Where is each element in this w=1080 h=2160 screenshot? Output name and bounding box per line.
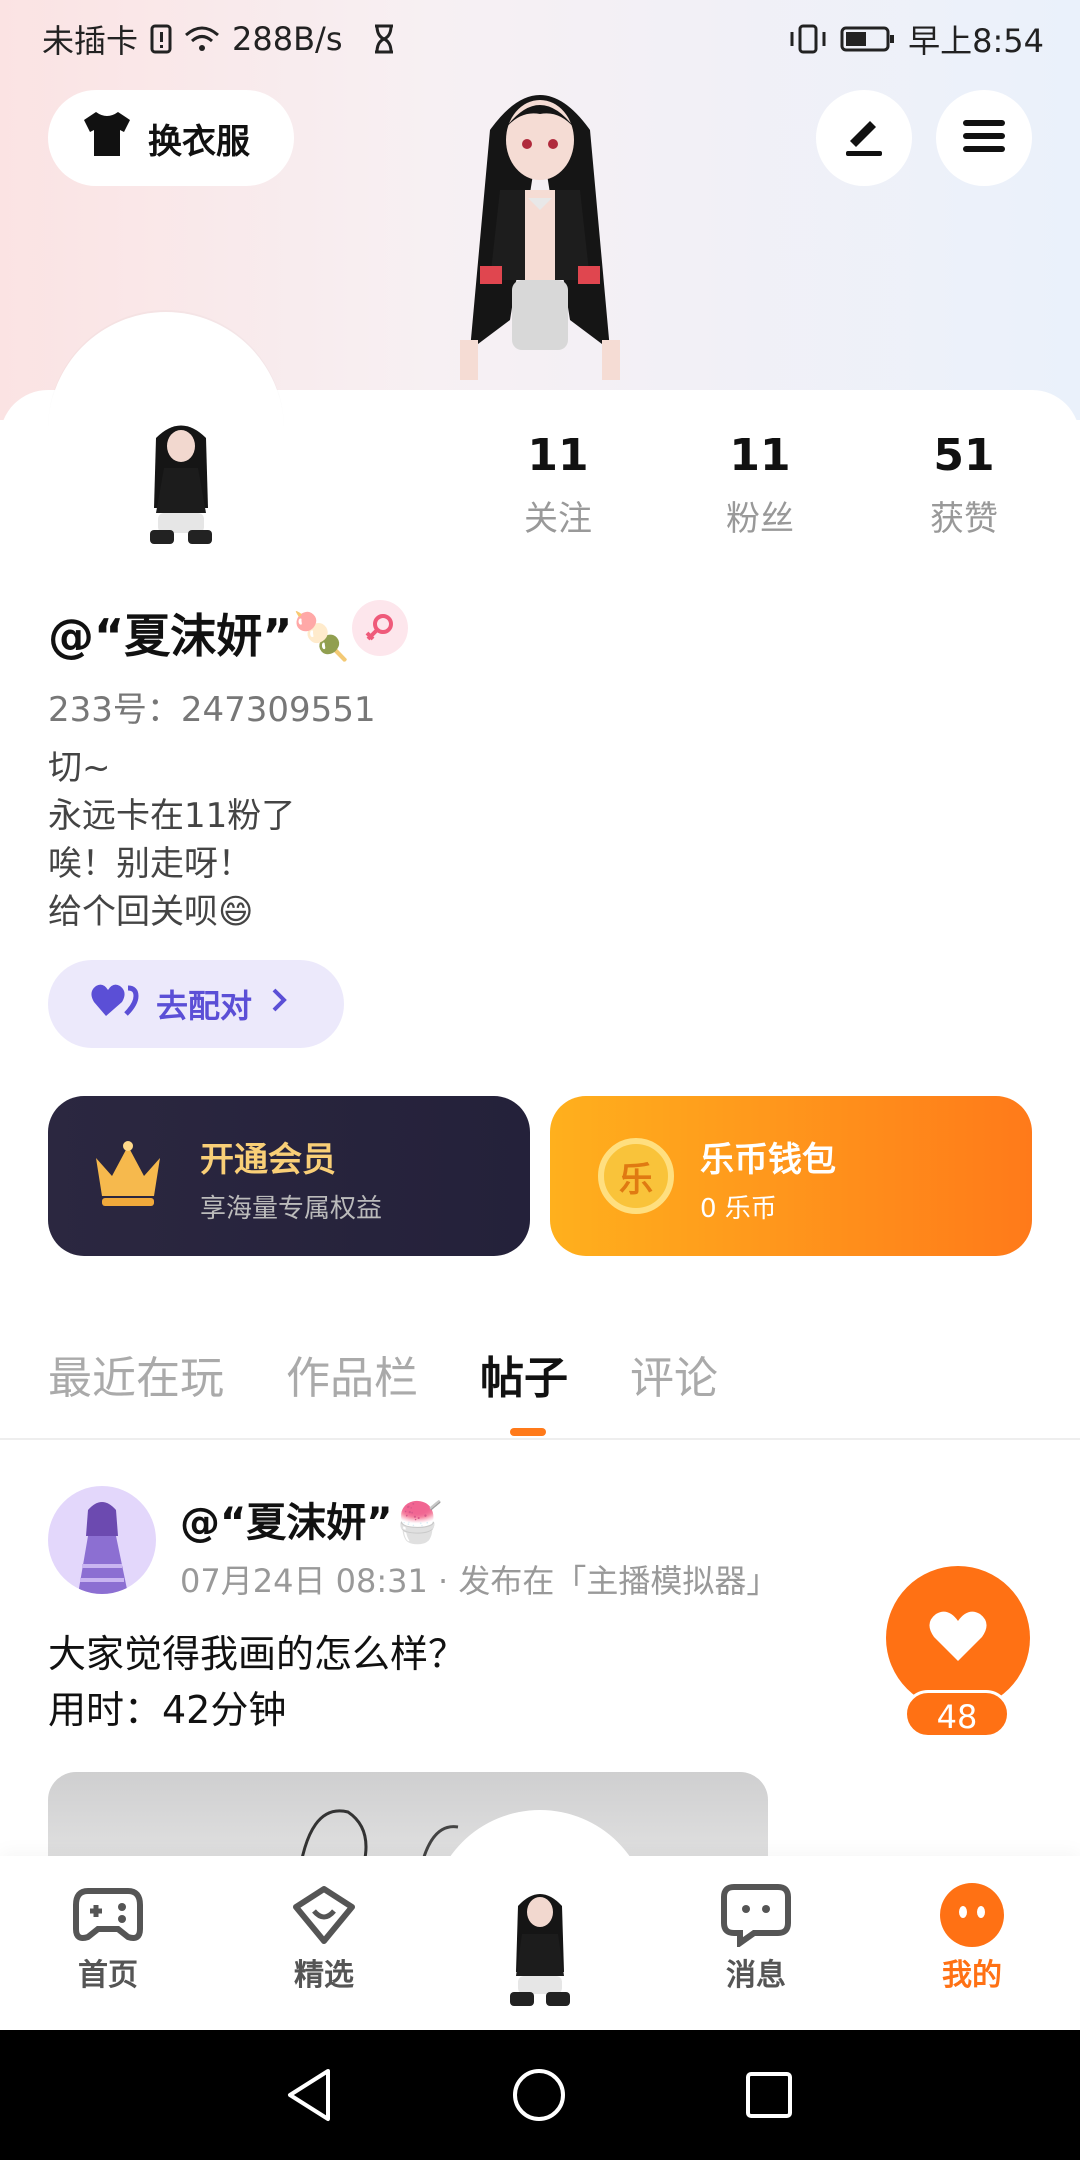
followers-label: 粉丝 [726,499,794,539]
active-tab-indicator [510,1428,546,1436]
avatar-3d-character[interactable] [420,70,660,390]
tab-comments[interactable]: 评论 [630,1342,718,1406]
heart-chat-icon [254,1880,394,1950]
network-speed: 288B/s [232,20,343,58]
battery-icon [840,25,896,53]
female-gender-icon [352,600,408,656]
chevron-right-icon [268,985,290,1023]
crown-icon [88,1140,168,1214]
vip-membership-card[interactable]: 开通会员 享海量专属权益 [48,1096,530,1256]
status-bar: 未插卡 288B/s 早上8:54 [0,0,1080,72]
hourglass-icon [373,24,395,54]
vibrate-icon [788,24,828,54]
following-label: 关注 [524,499,592,539]
user-id: 233号：247309551 [48,690,376,730]
face-icon [902,1880,1042,1950]
match-button[interactable]: 去配对 [48,960,344,1048]
tab-works[interactable]: 作品栏 [286,1342,418,1406]
divider [0,1438,1080,1440]
sim-alert-icon [150,24,172,54]
tab-recently-played[interactable]: 最近在玩 [48,1342,224,1406]
post-text-line: 大家觉得我画的怎么样？ [48,1632,467,1676]
carrier-text: 未插卡 [42,22,139,60]
following-count: 11 [527,430,589,481]
following-stat[interactable]: 11 关注 [488,430,628,540]
profile-tabs: 最近在玩 作品栏 帖子 评论 [48,1342,780,1406]
like-count: 48 [904,1690,1010,1738]
nav-avatar[interactable] [490,1876,590,2016]
nav-featured-label: 精选 [294,1958,354,1993]
message-icon [686,1880,826,1950]
vip-subtitle: 享海量专属权益 [200,1194,383,1224]
wallet-balance: 0 乐币 [700,1194,777,1224]
bio-line: 唉！别走呀！ [48,844,252,884]
bio-line: 永远卡在11粉了 [48,796,296,836]
wallet-title: 乐币钱包 [700,1140,836,1180]
bio-line: 切~ [48,748,111,788]
tab-posts[interactable]: 帖子 [480,1342,568,1406]
nav-featured[interactable]: 精选 [254,1880,394,1994]
heart-icon [928,1609,988,1667]
profile-avatar[interactable] [136,418,226,548]
change-outfit-button[interactable]: 换衣服 [48,90,294,186]
coin-wallet-card[interactable]: 乐 乐币钱包 0 乐币 [550,1096,1032,1256]
like-button[interactable] [886,1566,1030,1710]
back-triangle-icon[interactable] [244,2030,374,2160]
wifi-icon [184,25,220,53]
post-text: 大家觉得我画的怎么样？ 用时：42分钟 [48,1626,466,1738]
followers-stat[interactable]: 11 粉丝 [690,430,830,540]
tshirt-icon [80,110,134,167]
post-meta: 07月24日 08:31 · 发布在「主播模拟器」 [180,1562,779,1600]
coin-icon: 乐 [598,1138,674,1214]
profile-bio: 切~ 永远卡在11粉了 唉！别走呀！ 给个回关呗😄 [48,744,295,936]
home-circle-icon[interactable] [474,2030,604,2160]
nav-messages[interactable]: 消息 [686,1880,826,1994]
menu-button[interactable] [936,90,1032,186]
post-author-avatar[interactable] [48,1486,156,1594]
likes-label: 获赞 [930,499,998,539]
recent-apps-square-icon[interactable] [704,2030,834,2160]
hamburger-menu-icon [961,116,1007,160]
edit-profile-button[interactable] [816,90,912,186]
likes-count: 51 [933,430,995,481]
clock-text: 早上8:54 [908,22,1044,60]
followers-count: 11 [729,430,791,481]
double-heart-icon [90,980,140,1028]
match-button-label: 去配对 [156,987,253,1025]
profile-username: @“夏沫妍”🍡 [48,609,350,663]
gamepad-icon [38,1880,178,1950]
change-outfit-label: 换衣服 [148,121,250,162]
post-text-line: 用时：42分钟 [48,1688,287,1732]
nav-home[interactable]: 首页 [38,1880,178,1994]
likes-stat[interactable]: 51 获赞 [894,430,1034,540]
nav-messages-label: 消息 [726,1958,786,1993]
nav-home-label: 首页 [78,1958,138,1993]
nav-mine-label: 我的 [942,1958,1002,1993]
nav-mine[interactable]: 我的 [902,1880,1042,1994]
vip-title: 开通会员 [200,1140,336,1180]
bio-line: 给个回关呗😄 [48,892,254,932]
post-author-name[interactable]: @“夏沫妍”🍧 [180,1490,442,1548]
edit-pen-icon [840,115,888,161]
